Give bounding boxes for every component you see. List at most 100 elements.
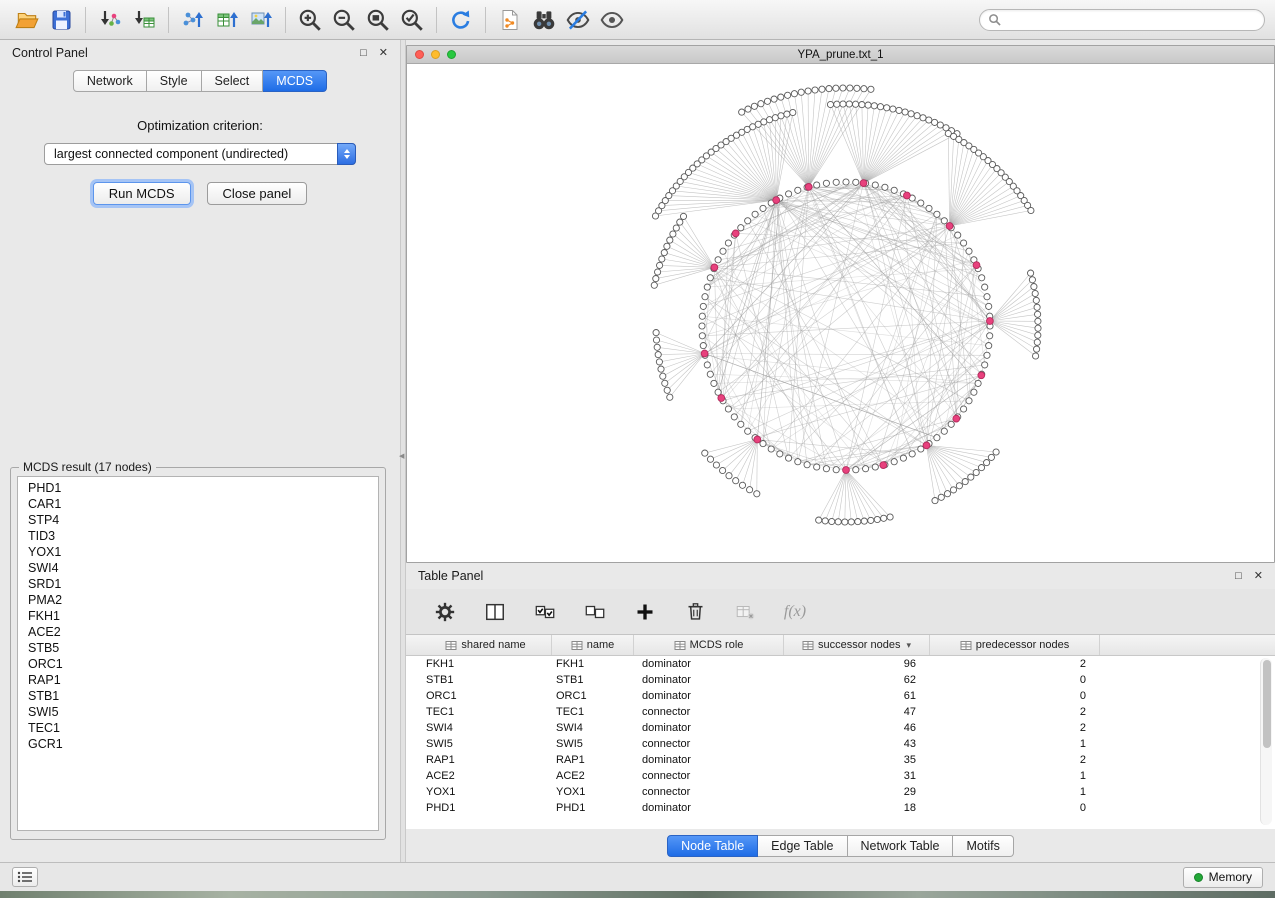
table-row[interactable]: STB1STB1dominator620: [406, 672, 1261, 688]
network-node[interactable]: [747, 487, 753, 493]
dominator-node[interactable]: [880, 462, 887, 469]
network-node[interactable]: [1033, 353, 1039, 359]
network-node[interactable]: [680, 213, 686, 219]
float-table-panel-button[interactable]: □: [1235, 571, 1242, 582]
network-node[interactable]: [840, 85, 846, 91]
network-node[interactable]: [745, 218, 751, 224]
network-node[interactable]: [926, 117, 932, 123]
network-node[interactable]: [853, 101, 859, 107]
network-node[interactable]: [896, 107, 902, 113]
dominator-node[interactable]: [904, 192, 911, 199]
network-node[interactable]: [982, 362, 988, 368]
network-node[interactable]: [778, 113, 784, 119]
network-node[interactable]: [881, 515, 887, 521]
network-node[interactable]: [777, 451, 783, 457]
table-row[interactable]: PHD1PHD1dominator180: [406, 800, 1261, 816]
mcds-result-item[interactable]: ACE2: [18, 624, 378, 640]
network-node[interactable]: [938, 494, 944, 500]
save-session-button[interactable]: [44, 4, 78, 36]
network-node[interactable]: [934, 211, 940, 217]
table-row[interactable]: RAP1RAP1dominator352: [406, 752, 1261, 768]
network-node[interactable]: [664, 387, 670, 393]
network-node[interactable]: [984, 352, 990, 358]
table-row[interactable]: TEC1TEC1connector472: [406, 704, 1261, 720]
network-node[interactable]: [725, 406, 731, 412]
network-node[interactable]: [865, 102, 871, 108]
network-node[interactable]: [1035, 325, 1041, 331]
network-node[interactable]: [973, 469, 979, 475]
network-node[interactable]: [941, 218, 947, 224]
add-column-button[interactable]: [632, 599, 658, 625]
network-node[interactable]: [814, 464, 820, 470]
network-node[interactable]: [908, 111, 914, 117]
mcds-result-item[interactable]: SWI5: [18, 704, 378, 720]
close-panel-button-2[interactable]: Close panel: [207, 182, 308, 205]
network-node[interactable]: [1035, 332, 1041, 338]
network-node[interactable]: [966, 398, 972, 404]
network-node[interactable]: [891, 459, 897, 465]
network-node[interactable]: [968, 474, 974, 480]
table-row[interactable]: ACE2ACE2connector311: [406, 768, 1261, 784]
network-node[interactable]: [760, 205, 766, 211]
export-table-button[interactable]: [210, 4, 244, 36]
network-node[interactable]: [1028, 207, 1034, 213]
network-node[interactable]: [778, 94, 784, 100]
dominator-node[interactable]: [701, 350, 708, 357]
tab-select[interactable]: Select: [202, 70, 264, 92]
network-node[interactable]: [956, 483, 962, 489]
mcds-result-item[interactable]: PMA2: [18, 592, 378, 608]
table-row[interactable]: FKH1FKH1dominator962: [406, 656, 1261, 672]
eye-button[interactable]: [595, 4, 629, 36]
mcds-result-item[interactable]: TID3: [18, 528, 378, 544]
table-row[interactable]: SWI5SWI5connector431: [406, 736, 1261, 752]
network-node[interactable]: [758, 101, 764, 107]
network-node[interactable]: [667, 394, 673, 400]
network-node[interactable]: [855, 519, 861, 525]
network-node[interactable]: [833, 467, 839, 473]
table-row[interactable]: SWI4SWI4dominator462: [406, 720, 1261, 736]
network-node[interactable]: [1028, 270, 1034, 276]
network-node[interactable]: [988, 454, 994, 460]
network-node[interactable]: [877, 104, 883, 110]
collapse-panel-icon[interactable]: ◀: [399, 452, 404, 460]
mcds-result-item[interactable]: CAR1: [18, 496, 378, 512]
dominator-node[interactable]: [843, 467, 850, 474]
network-node[interactable]: [713, 462, 719, 468]
network-node[interactable]: [654, 344, 660, 350]
dominator-node[interactable]: [987, 318, 994, 325]
table-scrollbar[interactable]: [1260, 658, 1272, 825]
network-node[interactable]: [846, 101, 852, 107]
network-node[interactable]: [670, 231, 676, 237]
dominator-node[interactable]: [978, 372, 985, 379]
network-node[interactable]: [653, 337, 659, 343]
dominator-node[interactable]: [711, 264, 718, 271]
network-node[interactable]: [653, 276, 659, 282]
network-node[interactable]: [955, 232, 961, 238]
network-node[interactable]: [932, 119, 938, 125]
network-node[interactable]: [658, 366, 664, 372]
network-node[interactable]: [804, 462, 810, 468]
network-node[interactable]: [961, 240, 967, 246]
network-node[interactable]: [823, 466, 829, 472]
network-node[interactable]: [941, 428, 947, 434]
network-node[interactable]: [833, 179, 839, 185]
dominator-node[interactable]: [773, 197, 780, 204]
network-node[interactable]: [657, 262, 663, 268]
select-all-columns-button[interactable]: [532, 599, 558, 625]
network-node[interactable]: [707, 371, 713, 377]
network-node[interactable]: [751, 103, 757, 109]
network-node[interactable]: [918, 200, 924, 206]
network-node[interactable]: [754, 491, 760, 497]
network-node[interactable]: [655, 269, 661, 275]
network-node[interactable]: [833, 85, 839, 91]
network-node[interactable]: [702, 294, 708, 300]
mcds-result-item[interactable]: PHD1: [18, 480, 378, 496]
network-node[interactable]: [1034, 339, 1040, 345]
network-node[interactable]: [847, 85, 853, 91]
network-node[interactable]: [738, 225, 744, 231]
tab-edge-table[interactable]: Edge Table: [758, 835, 847, 857]
network-node[interactable]: [812, 87, 818, 93]
network-node[interactable]: [704, 362, 710, 368]
network-node[interactable]: [733, 478, 739, 484]
network-node[interactable]: [651, 282, 657, 288]
